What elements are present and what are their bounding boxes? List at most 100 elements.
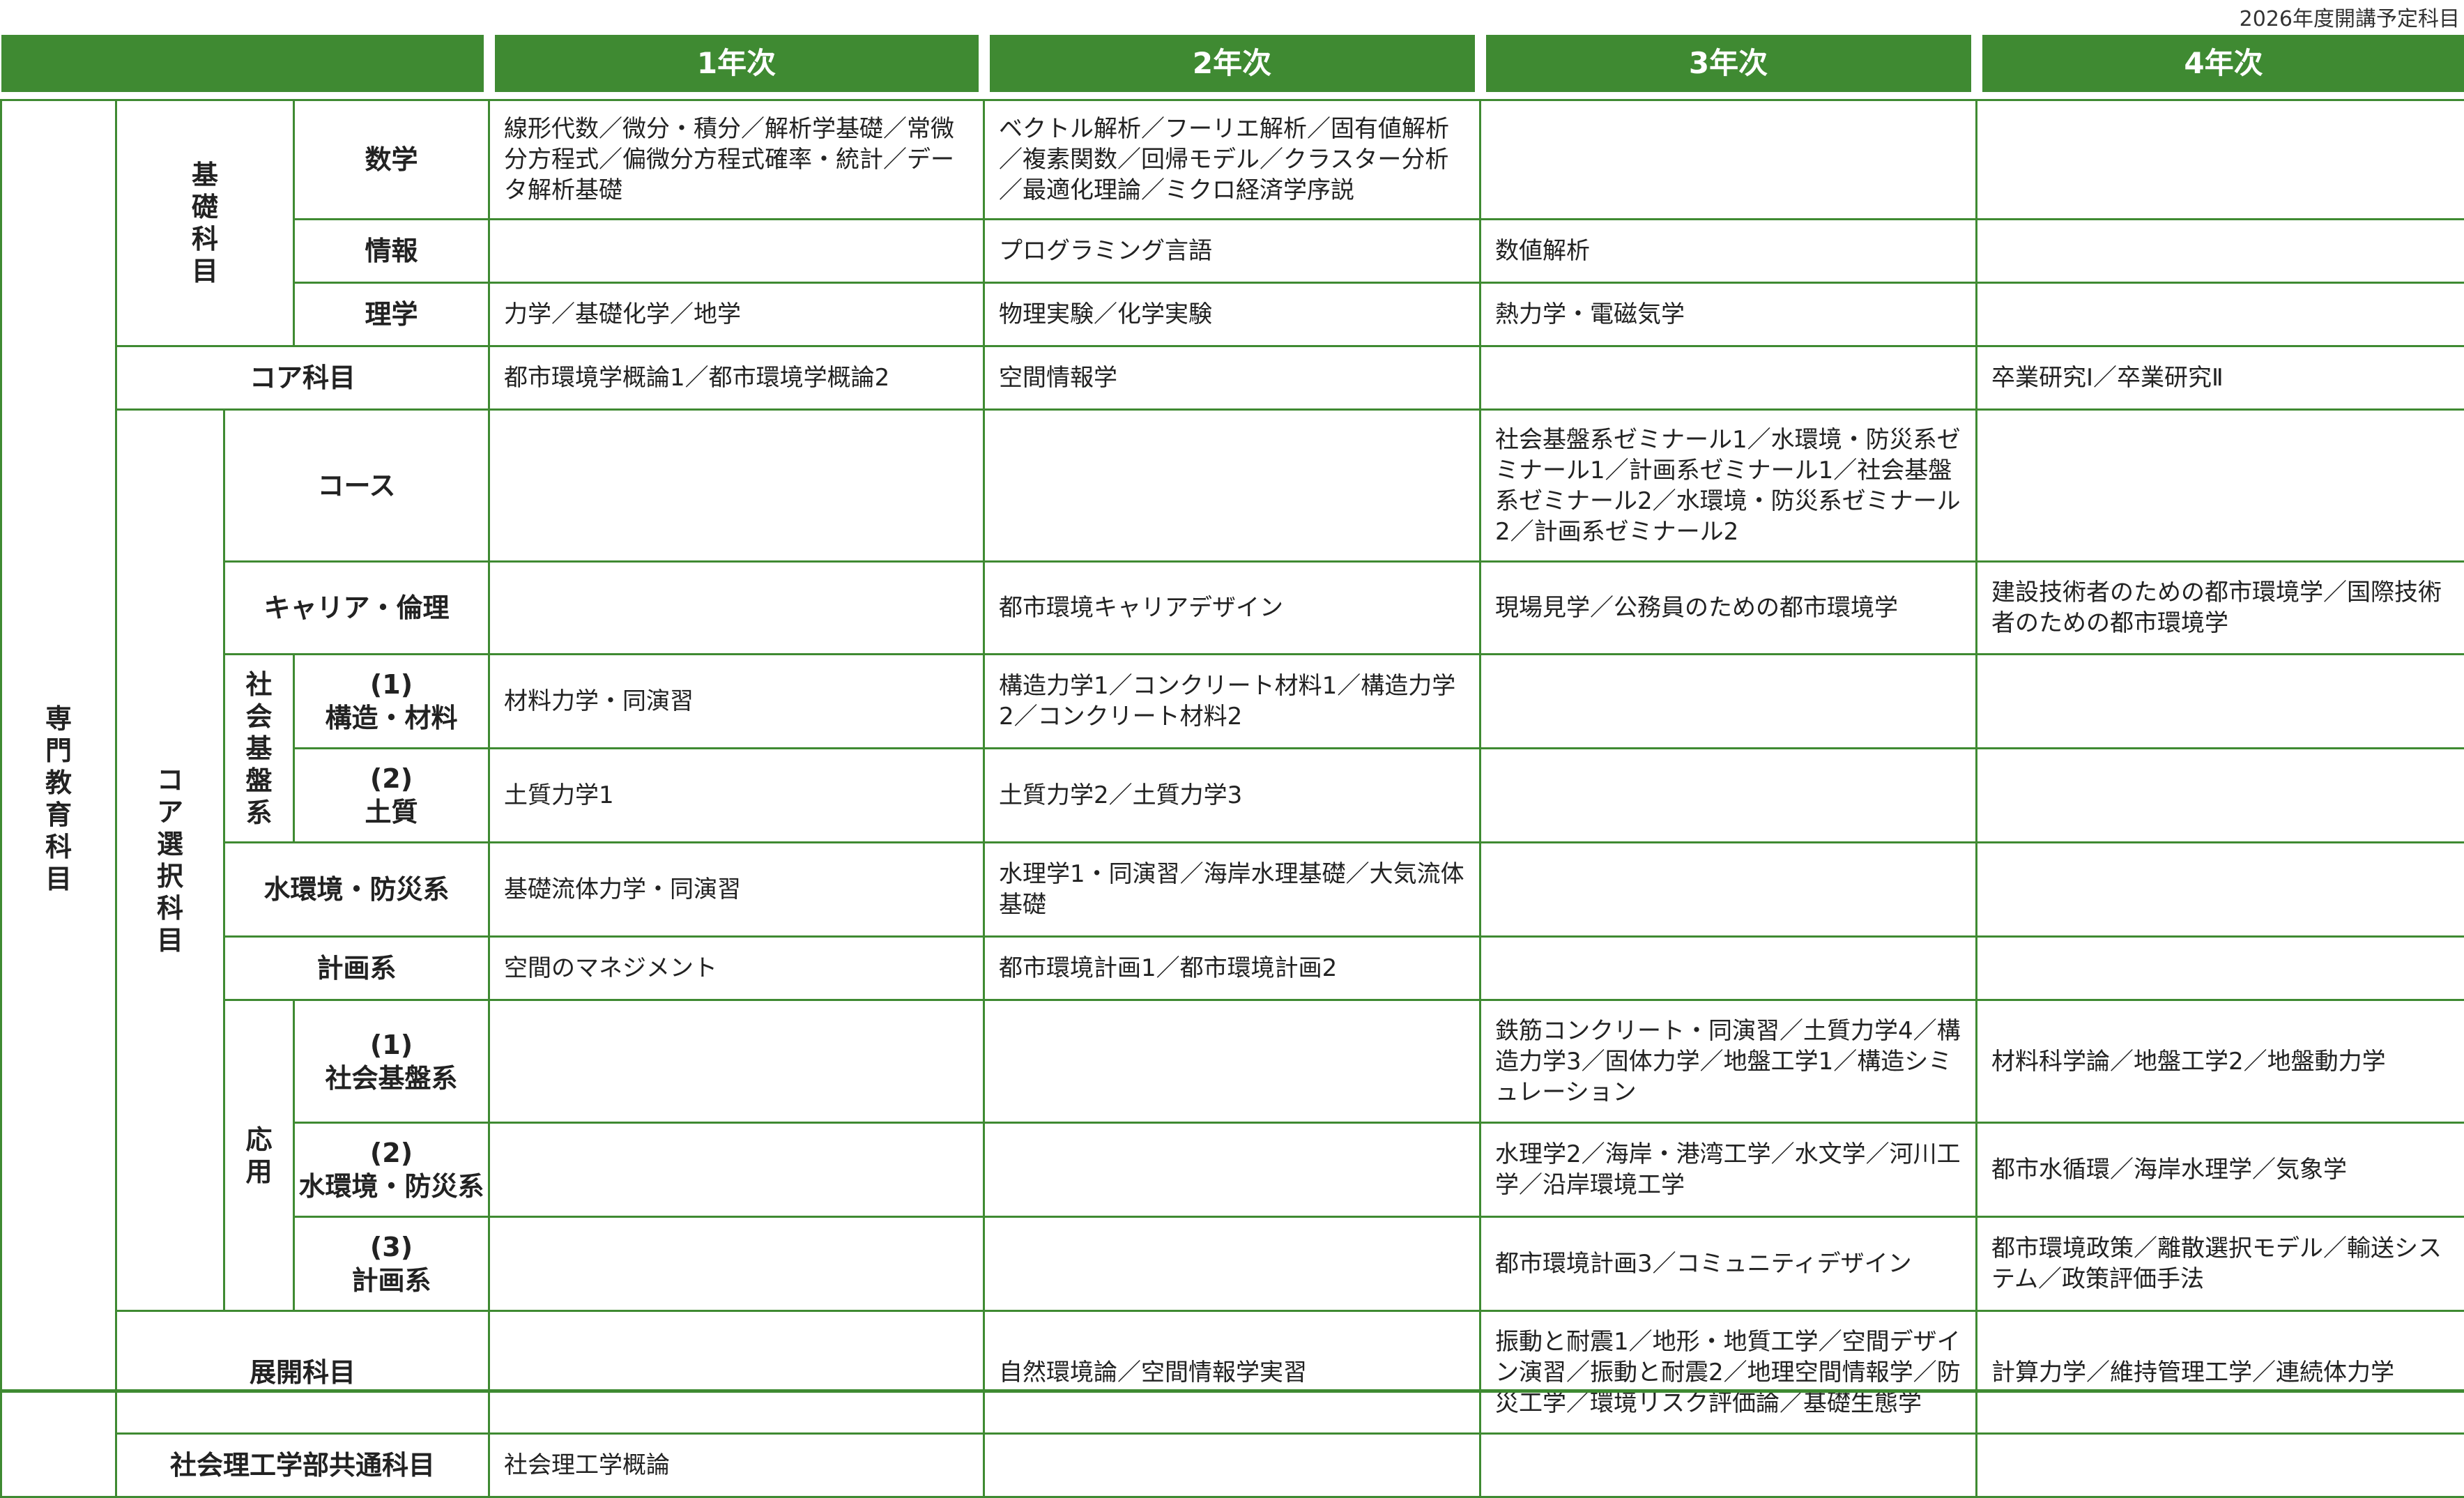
cell-joho-y2: プログラミング言語 <box>984 220 1480 283</box>
cell-oyo2-y2 <box>984 1123 1480 1217</box>
row-oyo-2: (2) 水環境・防災系 水理学2／海岸・港湾工学／水文学／河川工学／沿岸環境工学… <box>1 1123 2464 1217</box>
row-core: コア科目 都市環境学概論1／都市環境学概論2 空間情報学 卒業研究Ⅰ／卒業研究Ⅱ <box>1 346 2464 410</box>
year-header-2: 2年次 <box>984 35 1480 92</box>
cell-kozo-y4 <box>1977 655 2464 749</box>
cell-dositsu-y3 <box>1480 749 1977 843</box>
cell-keikaku-y1: 空間のマネジメント <box>489 937 984 1000</box>
label-tenkai: 展開科目 <box>116 1311 489 1434</box>
label-kozo: (1) 構造・材料 <box>294 655 489 749</box>
cell-oyo3-y3: 都市環境計画3／コミュニティデザイン <box>1480 1217 1977 1311</box>
label-oyo-1: (1) 社会基盤系 <box>294 1000 489 1123</box>
cell-oyo2-y1 <box>489 1123 984 1217</box>
curriculum-table: 1年次 2年次 3年次 4年次 専門教育科目 基礎科目 数学 線形代数／微分・積… <box>0 35 2464 1498</box>
cell-career-y1 <box>489 562 984 655</box>
cell-oyo1-y3: 鉄筋コンクリート・同演習／土質力学4／構造力学3／固体力学／地盤工学1／構造シミ… <box>1480 1000 1977 1123</box>
cell-joho-y1 <box>489 220 984 283</box>
year-header-1: 1年次 <box>489 35 984 92</box>
cell-sugaku-y2: ベクトル解析／フーリエ解析／固有値解析／複素関数／回帰モデル／クラスター分析／最… <box>984 100 1480 220</box>
cell-rigaku-y1: 力学／基礎化学／地学 <box>489 283 984 346</box>
cell-oyo1-y2 <box>984 1000 1480 1123</box>
cell-oyo1-y4: 材料科学論／地盤工学2／地盤動力学 <box>1977 1000 2464 1123</box>
cell-career-y3: 現場見学／公務員のための都市環境学 <box>1480 562 1977 655</box>
cell-course-y1 <box>489 410 984 562</box>
cell-course-y4 <box>1977 410 2464 562</box>
label-course: コース <box>224 410 489 562</box>
label-shakai-kiban-kei: 社会基盤系 <box>224 655 294 843</box>
cell-tenkai-y3: 振動と耐震1／地形・地質工学／空間デザイン演習／振動と耐震2／地理空間情報学／防… <box>1480 1311 1977 1434</box>
cell-keikaku-y2: 都市環境計画1／都市環境計画2 <box>984 937 1480 1000</box>
cell-dositsu-y1: 土質力学1 <box>489 749 984 843</box>
cell-tenkai-y2: 自然環境論／空間情報学実習 <box>984 1311 1480 1434</box>
cell-mizu-y3 <box>1480 843 1977 937</box>
cell-rigaku-y3: 熱力学・電磁気学 <box>1480 283 1977 346</box>
label-career: キャリア・倫理 <box>224 562 489 655</box>
cell-course-y3: 社会基盤系ゼミナール1／水環境・防災系ゼミナール1／計画系ゼミナール1／社会基盤… <box>1480 410 1977 562</box>
label-oyo-2-text: 水環境・防災系 <box>296 1170 487 1203</box>
cell-tenkai-y4: 計算力学／維持管理工学／連続体力学 <box>1977 1311 2464 1434</box>
label-oyo-3-text: 計画系 <box>296 1264 487 1297</box>
label-dositsu-text: 土質 <box>296 795 487 829</box>
label-dositsu-num: (2) <box>296 762 487 795</box>
label-core: コア科目 <box>116 346 489 410</box>
year-header-3: 3年次 <box>1480 35 1977 92</box>
cell-dositsu-y2: 土質力学2／土質力学3 <box>984 749 1480 843</box>
row-mizu: 水環境・防災系 基礎流体力学・同演習 水理学1・同演習／海岸水理基礎／大気流体基… <box>1 843 2464 937</box>
label-oyo-1-num: (1) <box>296 1028 487 1062</box>
label-joho: 情報 <box>294 220 489 283</box>
row-oyo-3: (3) 計画系 都市環境計画3／コミュニティデザイン 都市環境政策／離散選択モデ… <box>1 1217 2464 1311</box>
label-oyo: 応用 <box>224 1000 294 1311</box>
cell-sugaku-y1: 線形代数／微分・積分／解析学基礎／常微分方程式／偏微分方程式確率・統計／データ解… <box>489 100 984 220</box>
label-senmon: 専門教育科目 <box>1 100 116 1497</box>
label-sugaku: 数学 <box>294 100 489 220</box>
schedule-note: 2026年度開講予定科目 <box>2240 1 2460 32</box>
cell-kozo-y1: 材料力学・同演習 <box>489 655 984 749</box>
cell-mizu-y1: 基礎流体力学・同演習 <box>489 843 984 937</box>
cell-oyo2-y4: 都市水循環／海岸水理学／気象学 <box>1977 1123 2464 1217</box>
label-kyotsu: 社会理工学部共通科目 <box>116 1434 489 1497</box>
bottom-rule <box>0 1389 2464 1393</box>
label-oyo-3-num: (3) <box>296 1230 487 1264</box>
cell-mizu-y4 <box>1977 843 2464 937</box>
label-oyo-3: (3) 計画系 <box>294 1217 489 1311</box>
cell-oyo3-y2 <box>984 1217 1480 1311</box>
cell-career-y4: 建設技術者のための都市環境学／国際技術者のための都市環境学 <box>1977 562 2464 655</box>
cell-oyo1-y1 <box>489 1000 984 1123</box>
row-keikaku: 計画系 空間のマネジメント 都市環境計画1／都市環境計画2 <box>1 937 2464 1000</box>
row-tenkai: 展開科目 自然環境論／空間情報学実習 振動と耐震1／地形・地質工学／空間デザイン… <box>1 1311 2464 1434</box>
cell-core-y4: 卒業研究Ⅰ／卒業研究Ⅱ <box>1977 346 2464 410</box>
year-header-row: 1年次 2年次 3年次 4年次 <box>1 35 2464 92</box>
cell-core-y1: 都市環境学概論1／都市環境学概論2 <box>489 346 984 410</box>
cell-kozo-y3 <box>1480 655 1977 749</box>
label-rigaku: 理学 <box>294 283 489 346</box>
label-oyo-2-num: (2) <box>296 1136 487 1170</box>
cell-keikaku-y4 <box>1977 937 2464 1000</box>
row-rigaku: 理学 力学／基礎化学／地学 物理実験／化学実験 熱力学・電磁気学 <box>1 283 2464 346</box>
cell-sugaku-y4 <box>1977 100 2464 220</box>
cell-kyotsu-y3 <box>1480 1434 1977 1497</box>
cell-keikaku-y3 <box>1480 937 1977 1000</box>
cell-oyo3-y1 <box>489 1217 984 1311</box>
label-keikaku: 計画系 <box>224 937 489 1000</box>
row-joho: 情報 プログラミング言語 数値解析 <box>1 220 2464 283</box>
label-core-sentaku: コア選択科目 <box>116 410 224 1311</box>
label-oyo-2: (2) 水環境・防災系 <box>294 1123 489 1217</box>
label-mizu: 水環境・防災系 <box>224 843 489 937</box>
cell-kyotsu-y2 <box>984 1434 1480 1497</box>
row-dositsu: (2) 土質 土質力学1 土質力学2／土質力学3 <box>1 749 2464 843</box>
cell-mizu-y2: 水理学1・同演習／海岸水理基礎／大気流体基礎 <box>984 843 1480 937</box>
cell-career-y2: 都市環境キャリアデザイン <box>984 562 1480 655</box>
cell-sugaku-y3 <box>1480 100 1977 220</box>
row-kozo: 社会基盤系 (1) 構造・材料 材料力学・同演習 構造力学1／コンクリート材料1… <box>1 655 2464 749</box>
cell-core-y3 <box>1480 346 1977 410</box>
cell-course-y2 <box>984 410 1480 562</box>
row-kyotsu: 社会理工学部共通科目 社会理工学概論 <box>1 1434 2464 1497</box>
label-kozo-text: 構造・材料 <box>296 701 487 735</box>
cell-dositsu-y4 <box>1977 749 2464 843</box>
year-header-4: 4年次 <box>1977 35 2464 92</box>
cell-kyotsu-y1: 社会理工学概論 <box>489 1434 984 1497</box>
label-dositsu: (2) 土質 <box>294 749 489 843</box>
cell-rigaku-y2: 物理実験／化学実験 <box>984 283 1480 346</box>
cell-joho-y4 <box>1977 220 2464 283</box>
label-oyo-1-text: 社会基盤系 <box>296 1062 487 1095</box>
cell-rigaku-y4 <box>1977 283 2464 346</box>
